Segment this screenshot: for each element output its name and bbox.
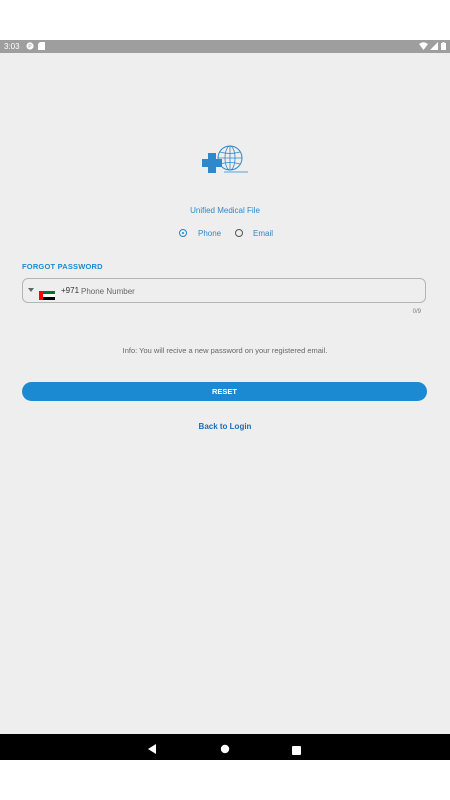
battery-icon (441, 42, 446, 52)
back-to-login-link[interactable]: Back to Login (0, 422, 450, 431)
country-dropdown-icon[interactable] (28, 288, 34, 292)
phone-field[interactable]: +971 (22, 278, 426, 303)
uae-flag-icon[interactable] (39, 287, 55, 300)
navigation-bar (0, 734, 450, 760)
country-code[interactable]: +971 (61, 286, 79, 295)
recent-apps-icon[interactable] (292, 742, 301, 760)
email-radio-label[interactable]: Email (253, 229, 273, 238)
app-title: Unified Medical File (190, 206, 260, 215)
signal-icon (430, 42, 438, 52)
phone-radio-label[interactable]: Phone (198, 229, 221, 238)
app-logo (200, 145, 252, 181)
forgot-password-screen: Unified Medical File Phone Email FORGOT … (0, 53, 450, 734)
sd-card-icon (38, 42, 45, 52)
reset-button[interactable]: RESET (22, 382, 427, 401)
section-heading: FORGOT PASSWORD (22, 262, 103, 271)
char-counter: 0/9 (412, 309, 421, 315)
info-text: Info: You will recive a new password on … (122, 346, 328, 355)
status-bar: 3:03 P (0, 40, 450, 53)
phone-input[interactable] (81, 284, 401, 298)
email-radio[interactable] (235, 229, 243, 237)
status-time: 3:03 (4, 42, 20, 51)
home-icon[interactable] (220, 741, 230, 759)
login-type-selector: Phone Email (0, 227, 450, 239)
back-icon[interactable] (148, 741, 157, 759)
wifi-icon (419, 42, 428, 52)
notification-icon: P (26, 42, 34, 52)
phone-radio[interactable] (179, 229, 187, 237)
